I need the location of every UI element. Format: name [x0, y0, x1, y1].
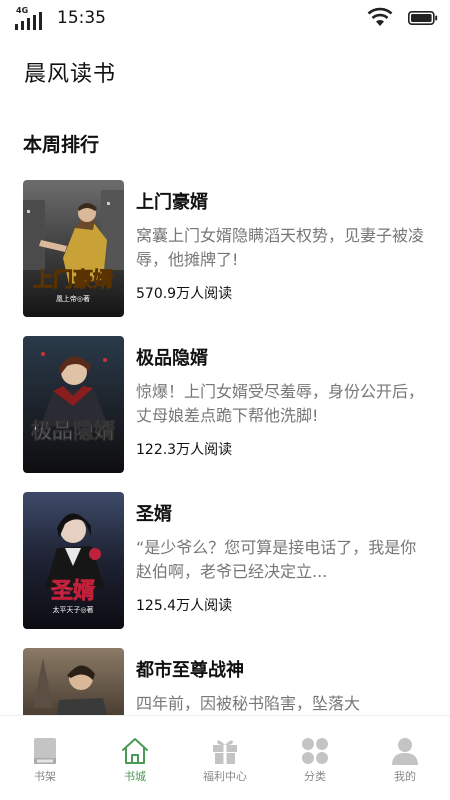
book-readers: 570.9万人阅读: [136, 286, 233, 302]
book-title[interactable]: 极品隐婿: [136, 346, 426, 372]
bottom-tab-bar: 书架 书城 福利中心 分类 我的: [0, 715, 450, 800]
cover-title: 圣婿: [51, 578, 95, 604]
tab-label: 分类: [304, 770, 326, 783]
section-title-weekly-ranking: 本周排行: [23, 134, 100, 156]
tab-welfare-center[interactable]: 福利中心: [180, 716, 270, 800]
book-cover[interactable]: [23, 648, 124, 715]
book-readers: 125.4万人阅读: [136, 598, 233, 614]
book-description: 惊爆！上门女婿受尽羞辱，身份公开后，丈母娘差点跪下帮他洗脚!: [136, 382, 425, 425]
book-item[interactable]: 圣婿 太平天子◎著 圣婿 “是少爷么？您可算是接电话了，我是你赵伯啊，老爷已经决…: [23, 492, 427, 629]
tab-category[interactable]: 分类: [270, 716, 360, 800]
book-info: 极品隐婿 惊爆！上门女婿受尽羞辱，身份公开后，丈母娘差点跪下帮他洗脚! 122.…: [136, 346, 426, 460]
status-bar: 4G 15:35: [0, 0, 450, 36]
category-icon: [302, 738, 328, 764]
tab-label: 书城: [124, 770, 146, 783]
book-info: 上门豪婿 窝囊上门女婿隐瞒滔天权势，见妻子被凌辱，他摊牌了! 570.9万人阅读: [136, 190, 426, 304]
cover-title: 上门豪婿: [33, 267, 113, 291]
status-time: 15:35: [57, 8, 106, 28]
book-title[interactable]: 都市至尊战神: [136, 658, 426, 684]
wifi-icon: [367, 7, 393, 26]
book-description: 窝囊上门女婿隐瞒滔天权势，见妻子被凌辱，他摊牌了!: [136, 226, 425, 269]
tab-bookshelf[interactable]: 书架: [0, 716, 90, 800]
tab-profile[interactable]: 我的: [360, 716, 450, 800]
book-title[interactable]: 上门豪婿: [136, 190, 426, 216]
profile-icon: [392, 738, 418, 765]
book-cover[interactable]: 圣婿 太平天子◎著: [23, 492, 124, 629]
cover-author: 太平天子◎著: [52, 605, 93, 614]
book-description: 四年前，因被秘书陷害，坠落大: [136, 694, 361, 713]
book-list: 上门豪婿 凰上帝◎著 上门豪婿 窝囊上门女婿隐瞒滔天权势，见妻子被凌辱，他摊牌了…: [0, 180, 450, 715]
tab-label: 福利中心: [203, 770, 247, 783]
book-title[interactable]: 圣婿: [136, 502, 426, 528]
book-item[interactable]: 都市至尊战神 四年前，因被秘书陷害，坠落大: [23, 648, 427, 715]
home-icon: [122, 738, 148, 764]
book-readers: 122.3万人阅读: [136, 442, 233, 458]
book-cover[interactable]: 极品隐婿: [23, 336, 124, 473]
app-title: 晨风读书: [24, 62, 117, 87]
tab-bookstore[interactable]: 书城: [90, 716, 180, 800]
book-item[interactable]: 极品隐婿 极品隐婿 惊爆！上门女婿受尽羞辱，身份公开后，丈母娘差点跪下帮他洗脚!…: [23, 336, 427, 473]
tab-label: 我的: [394, 770, 416, 783]
book-cover[interactable]: 上门豪婿 凰上帝◎著: [23, 180, 124, 317]
gift-icon: [213, 740, 237, 764]
tab-label: 书架: [34, 770, 56, 783]
book-description: “是少爷么？您可算是接电话了，我是你赵伯啊，老爷已经决定立...: [136, 538, 417, 581]
book-info: 圣婿 “是少爷么？您可算是接电话了，我是你赵伯啊，老爷已经决定立... 125.…: [136, 502, 426, 616]
book-info: 都市至尊战神 四年前，因被秘书陷害，坠落大: [136, 658, 426, 715]
cover-author: 凰上帝◎著: [56, 294, 90, 303]
bookshelf-icon: [34, 738, 56, 764]
battery-icon: [408, 11, 438, 25]
cover-title: 极品隐婿: [31, 419, 115, 443]
book-item[interactable]: 上门豪婿 凰上帝◎著 上门豪婿 窝囊上门女婿隐瞒滔天权势，见妻子被凌辱，他摊牌了…: [23, 180, 427, 317]
signal-icon: 4G: [14, 6, 44, 30]
